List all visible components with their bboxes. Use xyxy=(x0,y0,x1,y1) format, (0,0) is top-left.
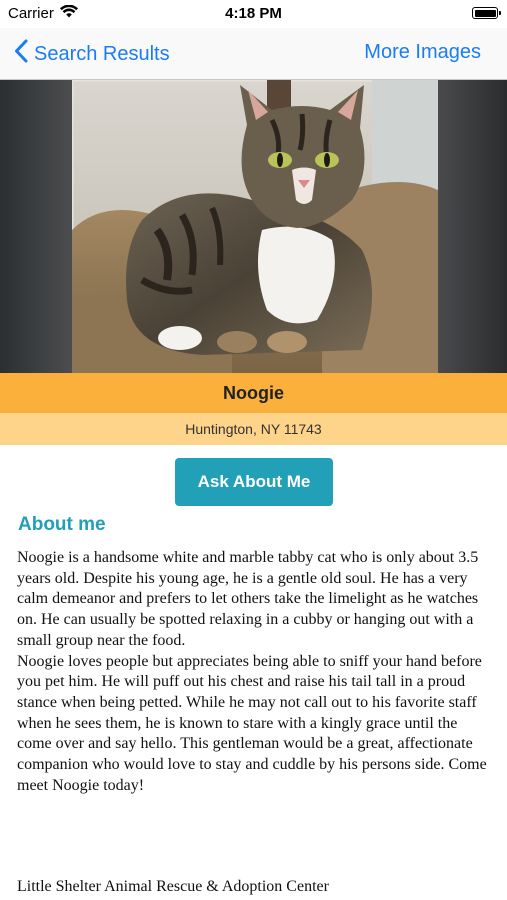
photo-backdrop-right xyxy=(437,80,507,373)
photo-backdrop-left xyxy=(0,80,72,373)
about-description: Noogie is a handsome white and marble ta… xyxy=(17,548,495,796)
back-button-label: Search Results xyxy=(34,42,170,65)
pet-location: Huntington, NY 11743 xyxy=(0,413,507,445)
back-button[interactable]: Search Results xyxy=(14,39,170,69)
ask-about-me-button[interactable]: Ask About Me xyxy=(175,458,333,506)
shelter-name: Little Shelter Animal Rescue & Adoption … xyxy=(17,878,329,895)
cat-photo[interactable] xyxy=(72,80,438,373)
pet-photo-area xyxy=(0,80,507,373)
about-heading: About me xyxy=(18,514,106,535)
status-time: 4:18 PM xyxy=(225,5,282,22)
about-paragraph: Noogie loves people but appreciates bein… xyxy=(17,652,487,794)
navigation-bar: Search Results More Images xyxy=(0,28,507,80)
about-paragraph: Noogie is a handsome white and marble ta… xyxy=(17,549,479,649)
status-bar: Carrier 4:18 PM xyxy=(0,0,507,28)
more-images-button[interactable]: More Images xyxy=(364,41,481,64)
pet-name: Noogie xyxy=(0,373,507,413)
battery-icon xyxy=(472,7,501,19)
chevron-left-icon xyxy=(14,39,28,69)
